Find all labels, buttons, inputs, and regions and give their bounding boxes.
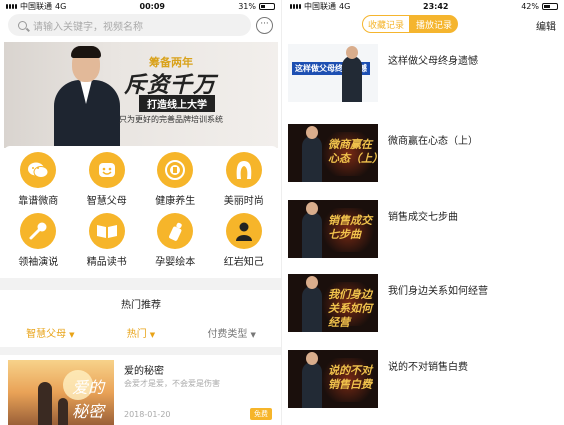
person-icon [225,212,262,249]
filter-sort[interactable]: 热门 ▼ [127,325,155,340]
search-placeholder: 请输入关键字，视频名称 [33,21,143,33]
carrier: 中国联通 [304,1,336,11]
battery-icon [541,2,558,10]
item-thumbnail: 微商赢在心态（上） [288,124,378,182]
banner-speaker-image [52,46,120,148]
edit-button[interactable]: 编辑 [536,18,556,33]
section-title: 热门推荐 [121,300,161,311]
clock: 00:09 [139,1,165,11]
filter-label: 付费类型 [207,329,248,340]
item-title: 说的不对销售白费 [388,362,468,373]
category-smart-parents[interactable]: 智慧父母 [73,152,142,213]
list-item[interactable]: 说的不对销售白费 说的不对销售白费 [288,350,560,410]
filter-label: 热门 [126,329,147,340]
category-label: 红岩知己 [223,256,264,268]
item-thumbnail: 说的不对销售白费 [288,350,378,408]
category-label: 孕婴绘本 [155,256,196,268]
category-label: 智慧父母 [86,196,127,207]
caret-down-icon: ▼ [149,331,156,339]
item-title: 我们身边关系如何经营 [388,286,488,297]
caret-down-icon: ▼ [69,331,75,339]
free-badge: 免费 [250,408,272,420]
category-reading[interactable]: 精品读书 [73,212,142,274]
tab-play-history[interactable]: 播放记录 [410,15,458,33]
thumb-text: 说的不对销售白费 [328,364,372,391]
filter-bar: 智慧父母 ▼ 热门 ▼ 付费类型 ▼ [0,325,281,340]
category-beauty[interactable]: 美丽时尚 [210,152,279,213]
network: 4G [339,1,351,11]
category-label: 美丽时尚 [223,196,264,207]
book-icon [88,212,125,249]
category-label: 领袖演说 [18,256,59,268]
search-icon [18,20,27,30]
history-screen: 中国联通 4G 23:42 42% 收藏记录 播放记录 编辑 这样做父母终身遗憾… [284,0,564,425]
smile-icon [88,152,125,188]
thumb-text: 爱的秘密 [72,378,105,421]
item-title: 销售成交七步曲 [388,212,458,223]
filter-category[interactable]: 智慧父母 ▼ [26,325,74,340]
signal-icon [6,3,17,9]
list-item[interactable]: 我们身边关系如何经营 我们身边关系如何经营 [288,274,560,334]
category-health[interactable]: 健康养生 [141,152,210,213]
item-title: 微商赢在心态（上） [388,136,478,147]
category-leader-speech[interactable]: 领袖演说 [4,212,73,274]
divider [0,278,281,290]
item-thumbnail: 爱的秘密 [8,360,114,425]
list-item[interactable]: 微商赢在心态（上） 微商赢在心态（上） [288,124,560,184]
signal-icon [290,3,301,9]
category-label: 靠谱微商 [18,196,59,207]
list-item[interactable]: 爱的秘密 爱的秘密 会爱才是爱，不会爱是伤害 2018-01-20 免费 [8,360,274,425]
status-bar: 中国联通 4G 00:09 31% [0,0,281,12]
search-input[interactable]: 请输入关键字，视频名称 [8,14,251,36]
thumb-text: 我们身边关系如何经营 [328,288,372,329]
caret-down-icon: ▼ [250,331,256,339]
item-thumbnail: 我们身边关系如何经营 [288,274,378,332]
battery-icon [258,2,275,10]
category-label: 精品读书 [86,256,127,268]
category-grid: 靠谱微商 智慧父母 健康养生 美丽时尚 领袖演说 精品读书 孕婴绘本 红岩知己 [4,146,278,273]
thumb-text: 微商赢在心态（上） [328,138,378,165]
chat-bubble-icon[interactable]: ··· [256,17,273,34]
filter-pay-type[interactable]: 付费类型 ▼ [207,325,255,340]
item-date: 2018-01-20 [124,410,171,419]
home-screen: 中国联通 4G 00:09 31% 请输入关键字，视频名称 ··· 筹备两年 斥… [0,0,282,425]
divider [0,347,281,355]
category-wechat-business[interactable]: 靠谱微商 [4,152,73,213]
health-seal-icon [157,152,194,188]
wechat-icon [20,152,57,188]
list-item[interactable]: 销售成交七步曲 销售成交七步曲 [288,200,560,260]
filter-label: 智慧父母 [26,329,67,340]
network: 4G [55,1,67,11]
battery-percent: 31% [238,1,256,11]
status-bar: 中国联通 4G 23:42 42% [284,0,564,12]
item-title: 爱的秘密 [124,366,164,377]
category-label: 健康养生 [155,196,196,207]
hair-icon [225,152,262,188]
thumb-text: 销售成交七步曲 [328,214,372,241]
baby-bottle-icon [157,212,194,249]
carrier: 中国联通 [20,1,52,11]
category-hongyan[interactable]: 红岩知己 [210,212,279,274]
battery-percent: 42% [521,1,539,11]
clock: 23:42 [423,1,449,11]
banner-tagline: 打造线上大学 [139,95,215,112]
banner-subtext: 只为更好的完善品牌培训系统 [119,115,223,124]
item-title: 这样做父母终身遗憾 [388,56,478,67]
category-baby-books[interactable]: 孕婴绘本 [141,212,210,274]
microphone-icon [20,212,57,249]
list-item[interactable]: 这样做父母终身遗憾 这样做父母终身遗憾 [288,44,560,104]
item-subtitle: 会爱才是爱，不会爱是伤害 [124,379,220,388]
item-thumbnail: 销售成交七步曲 [288,200,378,258]
tab-favorites[interactable]: 收藏记录 [362,15,410,33]
item-thumbnail: 这样做父母终身遗憾 [288,44,378,102]
promo-banner[interactable]: 筹备两年 斥资千万 打造线上大学 只为更好的完善品牌培训系统 [4,42,278,148]
record-tabs: 收藏记录 播放记录 [362,15,458,33]
